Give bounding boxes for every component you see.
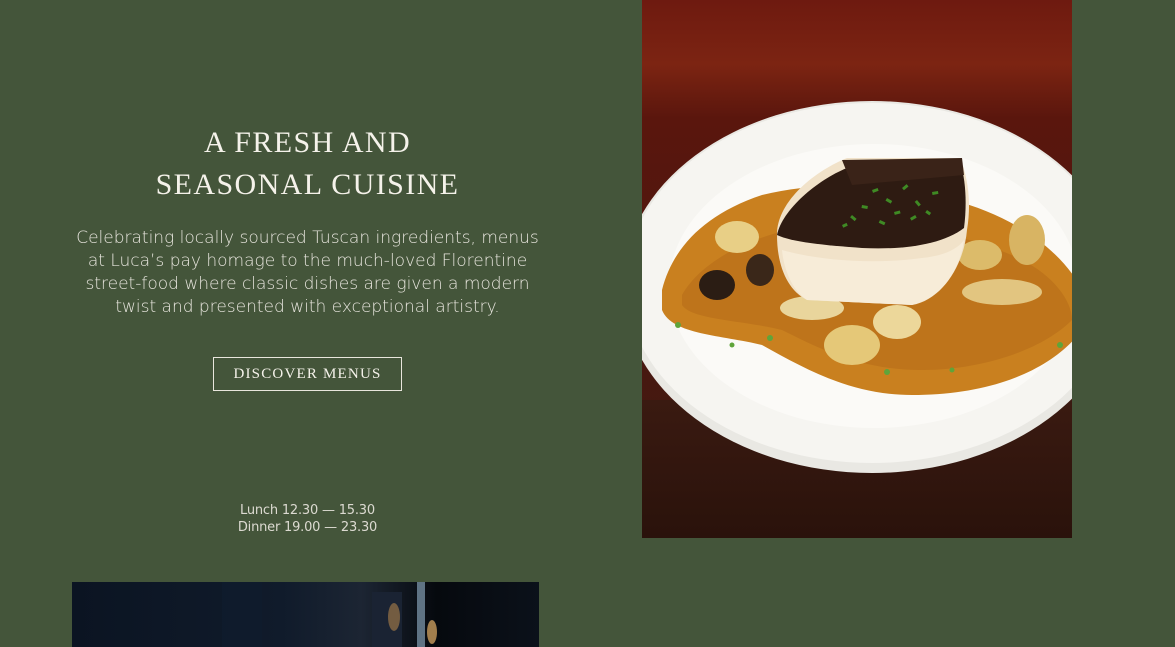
interior-photo-illustration — [222, 582, 437, 647]
intro-paragraph: Celebrating locally sourced Tuscan ingre… — [76, 228, 539, 317]
opening-hours: Lunch 12.30 — 15.30 Dinner 19.00 — 23.30 — [0, 502, 615, 536]
intro-section: A FRESH AND SEASONAL CUISINE Celebrating… — [0, 0, 615, 560]
lunch-hours: Lunch 12.30 — 15.30 — [240, 503, 375, 518]
heading-line-1: A FRESH AND — [203, 126, 412, 159]
dinner-hours: Dinner 19.00 — 23.30 — [237, 520, 378, 535]
dish-photo — [642, 0, 1072, 538]
plated-fish-illustration — [642, 101, 1072, 473]
discover-menus-button[interactable]: DISCOVER MENUS — [213, 357, 402, 391]
interior-photo — [72, 582, 539, 647]
heading-line-2: SEASONAL CUISINE — [155, 168, 460, 201]
section-heading: A FRESH AND SEASONAL CUISINE — [0, 122, 615, 206]
